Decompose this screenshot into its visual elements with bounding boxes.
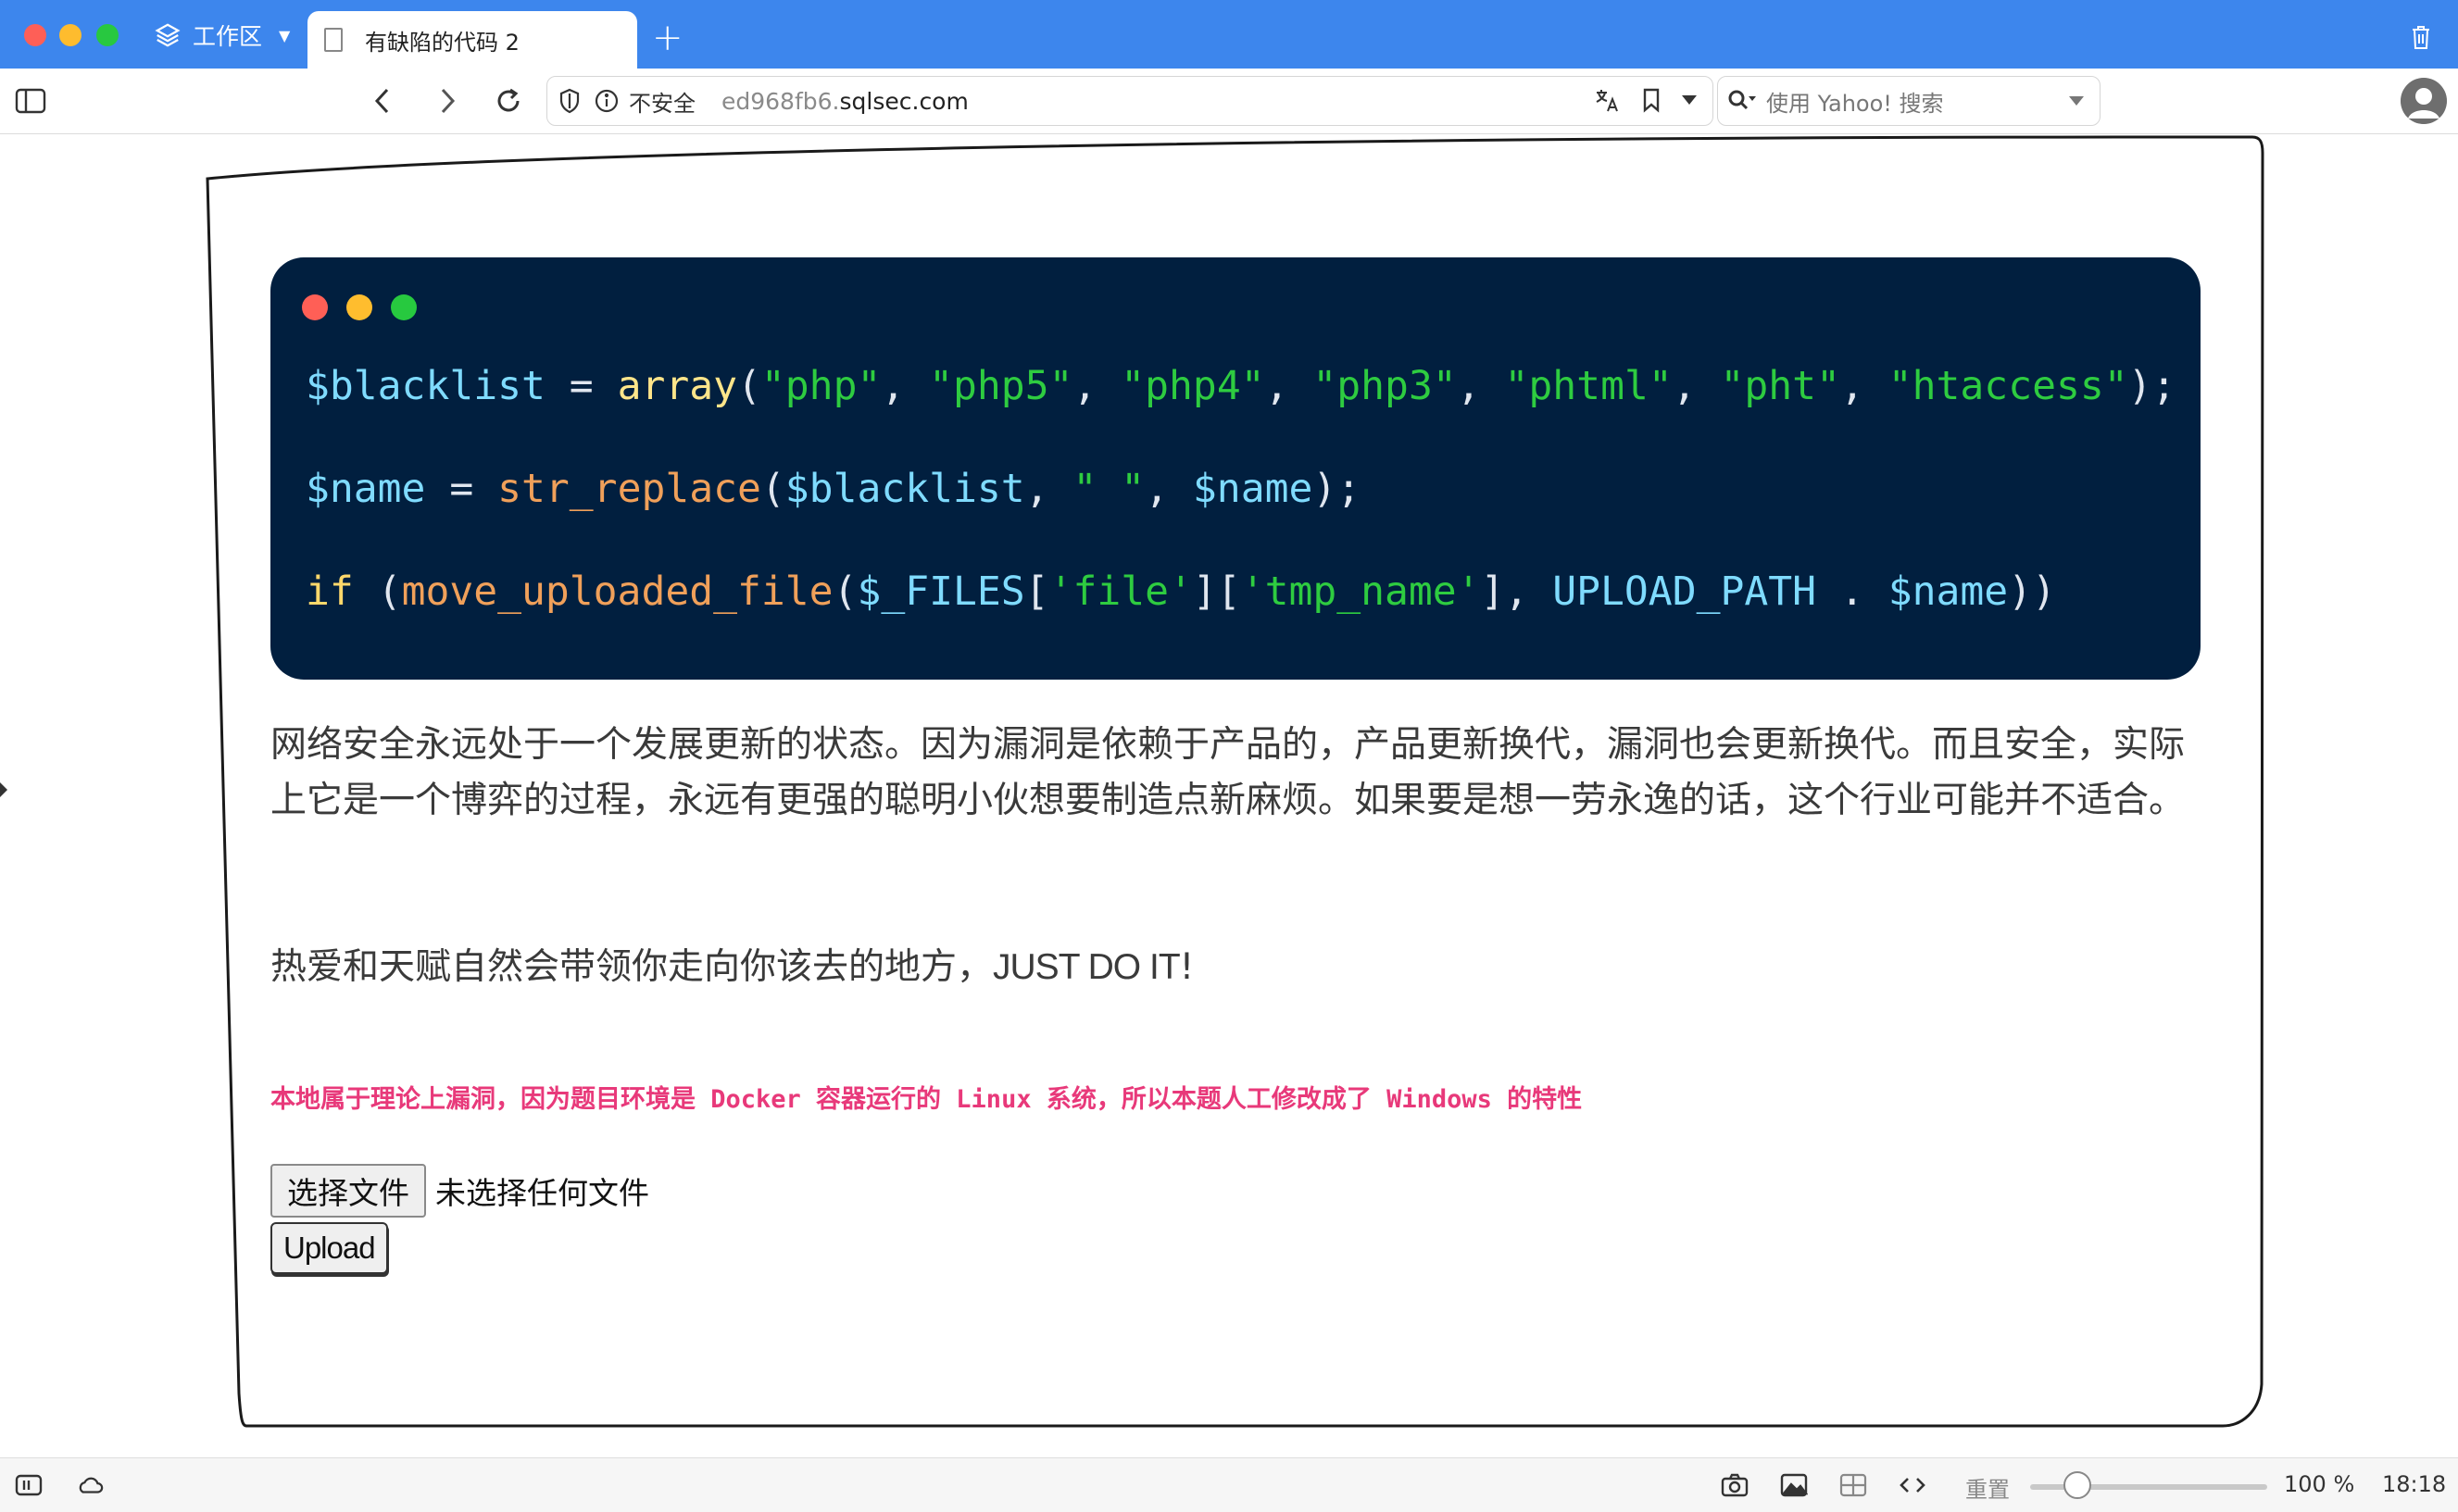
search-placeholder: 使用 Yahoo! 搜索 bbox=[1766, 90, 1944, 117]
close-window-button[interactable] bbox=[24, 24, 46, 46]
minimize-window-button[interactable] bbox=[59, 24, 82, 46]
chevron-down-icon[interactable] bbox=[2068, 95, 2085, 106]
document-icon bbox=[324, 28, 343, 52]
code-window-maximize-dot bbox=[391, 294, 417, 320]
image-icon[interactable] bbox=[1780, 1471, 1808, 1499]
layers-icon bbox=[155, 23, 181, 47]
chevron-down-icon: ▼ bbox=[279, 26, 291, 44]
code-line-2: $name = str_replace($blacklist, " ", $na… bbox=[306, 466, 1361, 512]
tab-title: 有缺陷的代码 2 bbox=[365, 29, 520, 56]
chevron-down-icon[interactable] bbox=[1681, 94, 1698, 106]
panel-toggle-icon[interactable] bbox=[15, 1471, 43, 1499]
forward-icon[interactable] bbox=[430, 83, 465, 119]
upload-button[interactable]: Upload bbox=[270, 1222, 388, 1274]
workspace-label: 工作区 bbox=[193, 23, 263, 50]
address-bar[interactable]: 不安全 ed968fb6.sqlsec.com bbox=[546, 76, 1713, 126]
new-tab-button[interactable]: + bbox=[652, 17, 683, 59]
info-icon[interactable] bbox=[594, 88, 620, 114]
avatar[interactable] bbox=[2401, 78, 2447, 124]
code-block: $blacklist = array("php", "php5", "php4"… bbox=[270, 257, 2201, 680]
zoom-slider[interactable] bbox=[2030, 1471, 2267, 1499]
zoom-level: 100 % bbox=[2284, 1471, 2355, 1497]
tile-layout-icon[interactable] bbox=[1839, 1471, 1867, 1499]
maximize-window-button[interactable] bbox=[96, 24, 119, 46]
notice-text: 本地属于理论上漏洞，因为题目环境是 Docker 容器运行的 Linux 系统，… bbox=[270, 1085, 1583, 1114]
insecure-label: 不安全 bbox=[629, 90, 696, 117]
code-window-close-dot bbox=[302, 294, 328, 320]
code-line-3: if (move_uploaded_file($_FILES['file']['… bbox=[306, 569, 2056, 615]
translate-icon[interactable] bbox=[1594, 86, 1622, 114]
trash-icon[interactable] bbox=[2410, 24, 2432, 50]
shield-icon bbox=[559, 88, 580, 114]
file-input: 选择文件 未选择任何文件 bbox=[270, 1164, 649, 1218]
file-status-label: 未选择任何文件 bbox=[435, 1175, 649, 1211]
workspace-menu[interactable]: 工作区 ▼ bbox=[154, 20, 290, 50]
intro-paragraph: 网络安全永远处于一个发展更新的状态。因为漏洞是依赖于产品的，产品更新换代，漏洞也… bbox=[270, 724, 2186, 821]
search-field[interactable]: 使用 Yahoo! 搜索 bbox=[1717, 76, 2101, 126]
reload-icon[interactable] bbox=[491, 83, 526, 119]
bookmark-icon[interactable] bbox=[1642, 87, 1661, 113]
status-bar: 重置 100 % 18:18 bbox=[0, 1457, 2458, 1512]
zoom-slider-knob[interactable] bbox=[2063, 1471, 2091, 1499]
code-icon[interactable] bbox=[1899, 1471, 1926, 1499]
cloud-icon[interactable] bbox=[76, 1471, 104, 1499]
code-window-minimize-dot bbox=[346, 294, 372, 320]
title-bar: 工作区 ▼ 有缺陷的代码 2 + bbox=[0, 0, 2458, 69]
tab-active[interactable]: 有缺陷的代码 2 bbox=[307, 11, 637, 69]
motto-paragraph: 热爱和天赋自然会带领你走向你该去的地方，JUST DO IT! bbox=[270, 946, 1195, 988]
zoom-reset-button[interactable]: 重置 bbox=[1965, 1471, 2010, 1504]
choose-file-button[interactable]: 选择文件 bbox=[270, 1164, 426, 1218]
code-line-1: $blacklist = array("php", "php5", "php4"… bbox=[306, 363, 2176, 409]
browser-toolbar: 不安全 ed968fb6.sqlsec.com 使用 Yahoo! 搜索 bbox=[0, 69, 2458, 134]
clock-time: 18:18 bbox=[2382, 1471, 2447, 1497]
sidebar-toggle-icon[interactable] bbox=[13, 83, 48, 119]
url-text: ed968fb6.sqlsec.com bbox=[721, 87, 969, 115]
search-icon bbox=[1728, 90, 1756, 110]
camera-icon[interactable] bbox=[1721, 1471, 1749, 1499]
page-content: $blacklist = array("php", "php5", "php4"… bbox=[0, 134, 2458, 1456]
back-icon[interactable] bbox=[365, 83, 400, 119]
